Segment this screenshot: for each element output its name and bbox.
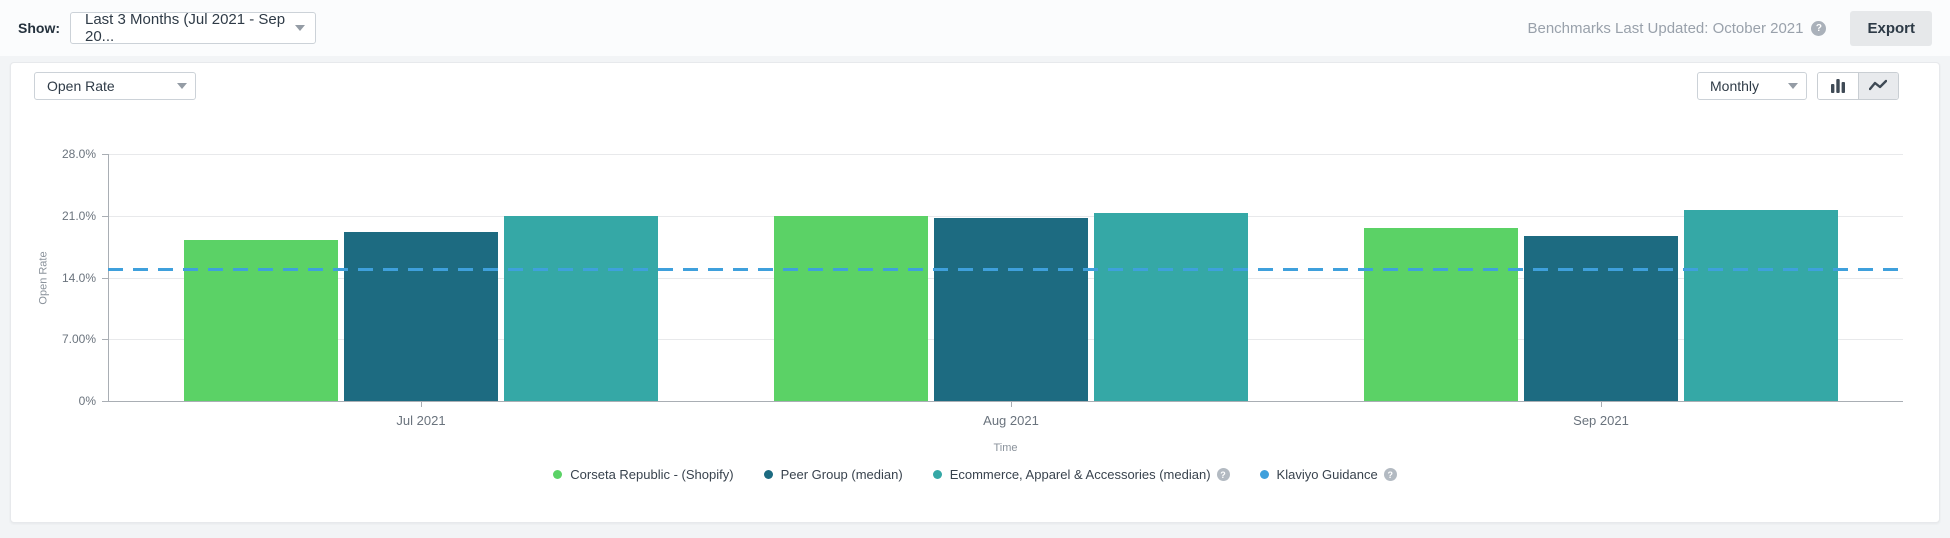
chart-bar[interactable]	[504, 216, 658, 401]
gridline	[108, 154, 1903, 155]
y-axis-tick-label: 0%	[42, 394, 96, 408]
toolbar: Show: Last 3 Months (Jul 2021 - Sep 20..…	[0, 0, 1950, 56]
x-axis-title: Time	[966, 442, 1046, 454]
chart-bar[interactable]	[1364, 228, 1518, 401]
chart-bar[interactable]	[1094, 213, 1248, 401]
chart-bar[interactable]	[1524, 236, 1678, 401]
legend-dot-icon	[553, 470, 562, 479]
legend-label: Ecommerce, Apparel & Accessories (median…	[950, 467, 1211, 482]
x-axis-tick	[1601, 402, 1602, 407]
date-range-value: Last 3 Months (Jul 2021 - Sep 20...	[85, 11, 287, 45]
y-axis-tick-label: 28.0%	[42, 147, 96, 161]
x-axis-line	[108, 401, 1903, 402]
x-axis-tick-label: Jul 2021	[361, 413, 481, 428]
chart-bar[interactable]	[934, 218, 1088, 401]
chart-bar[interactable]	[344, 232, 498, 401]
toolbar-right: Benchmarks Last Updated: October 2021 ? …	[1527, 11, 1932, 46]
chart-bar[interactable]	[774, 216, 928, 401]
legend-dot-icon	[764, 470, 773, 479]
benchmarks-updated-text: Benchmarks Last Updated: October 2021	[1527, 20, 1803, 37]
y-axis-tick-label: 7.00%	[42, 332, 96, 346]
legend-label: Corseta Republic - (Shopify)	[570, 467, 733, 482]
question-circle-icon[interactable]: ?	[1384, 468, 1397, 481]
gridline	[108, 216, 1903, 217]
x-axis-tick-label: Sep 2021	[1541, 413, 1661, 428]
question-circle-icon[interactable]: ?	[1217, 468, 1230, 481]
legend-item[interactable]: Klaviyo Guidance?	[1260, 467, 1397, 482]
chart-bar[interactable]	[1684, 210, 1838, 401]
open-rate-chart: 28.0% 21.0% 14.0% 7.00% 0% Jul 2021 Aug 2021 Se…	[11, 63, 1939, 522]
legend-dot-icon	[933, 470, 942, 479]
date-range-select[interactable]: Last 3 Months (Jul 2021 - Sep 20...	[70, 12, 316, 44]
chevron-down-icon	[295, 25, 305, 31]
legend-label: Peer Group (median)	[781, 467, 903, 482]
y-axis-tick-label: 21.0%	[42, 209, 96, 223]
legend-item[interactable]: Corseta Republic - (Shopify)	[553, 467, 733, 482]
chart-bar[interactable]	[184, 240, 338, 401]
x-axis-tick-label: Aug 2021	[951, 413, 1071, 428]
benchmarks-panel: Open Rate Monthly 28.0%21.0%14.0%7.00%0%…	[10, 62, 1940, 523]
legend-item[interactable]: Peer Group (median)	[764, 467, 903, 482]
question-circle-icon[interactable]: ?	[1811, 21, 1826, 36]
y-axis-line	[108, 154, 109, 401]
y-axis-title: Open Rate	[38, 251, 50, 304]
klaviyo-guidance-line	[108, 268, 1903, 271]
show-label: Show:	[18, 20, 60, 36]
y-axis-tick-label: 14.0%	[42, 271, 96, 285]
export-button[interactable]: Export	[1850, 11, 1932, 46]
x-axis-tick	[421, 402, 422, 407]
chart-legend: Corseta Republic - (Shopify) Peer Group (…	[11, 467, 1939, 482]
legend-item[interactable]: Ecommerce, Apparel & Accessories (median…	[933, 467, 1230, 482]
legend-dot-icon	[1260, 470, 1269, 479]
x-axis-tick	[1011, 402, 1012, 407]
legend-label: Klaviyo Guidance	[1277, 467, 1378, 482]
